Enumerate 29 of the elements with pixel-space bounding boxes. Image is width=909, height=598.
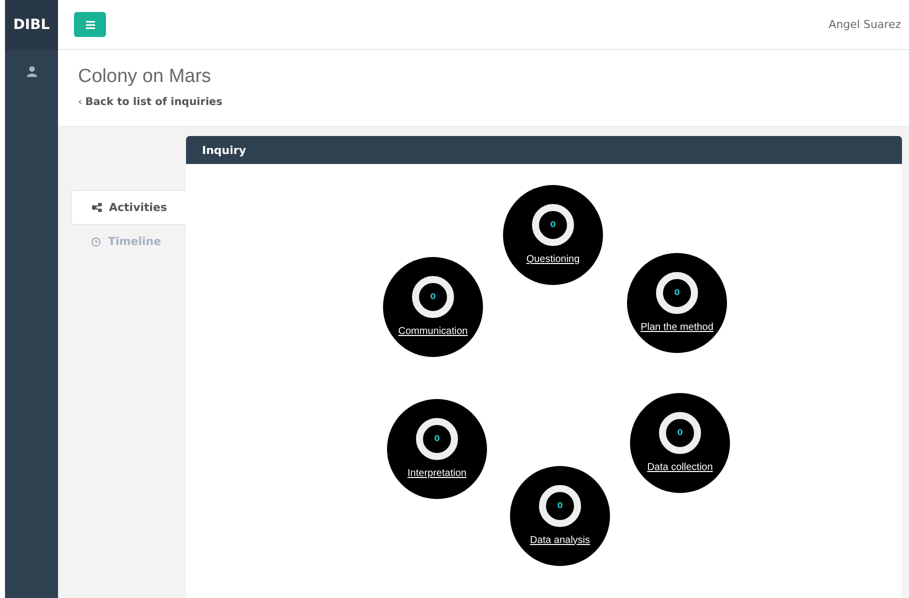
phase-link[interactable]: Plan the method <box>640 320 714 334</box>
phase-node[interactable]: 0 Plan the method <box>627 253 727 353</box>
phase-node[interactable]: 0 Interpretation <box>387 399 487 499</box>
menu-button[interactable] <box>74 12 106 37</box>
phase-node[interactable]: 0 Data collection <box>630 393 730 493</box>
panel-title: Inquiry <box>202 144 246 156</box>
count-ring: 0 <box>532 204 574 246</box>
user-name[interactable]: Angel Suarez <box>828 18 901 31</box>
menu-icon <box>86 20 94 28</box>
phase-link[interactable]: Data collection <box>647 460 713 474</box>
count-ring: 0 <box>656 272 698 314</box>
count-ring: 0 <box>539 484 581 526</box>
phase-node[interactable]: 0 Data analysis <box>510 466 610 566</box>
phase-link[interactable]: Interpretation <box>408 466 466 480</box>
count-ring: 0 <box>416 418 458 460</box>
phase-node[interactable]: 0 Communication <box>383 257 483 357</box>
count-ring: 0 <box>659 412 701 454</box>
back-link[interactable]: ‹ Back to list of inquiries <box>78 96 222 108</box>
page-title: Colony on Mars <box>78 66 212 88</box>
count-ring: 0 <box>412 276 454 318</box>
side-tab[interactable]: Activities <box>71 190 186 225</box>
user-icon[interactable] <box>26 66 36 77</box>
clock-icon <box>91 236 101 246</box>
brand-logo[interactable]: DIBL <box>5 0 58 50</box>
phase-link[interactable]: Questioning <box>526 252 580 266</box>
phase-node[interactable]: 0 Questioning <box>503 185 603 285</box>
phase-link[interactable]: Data analysis <box>530 532 590 548</box>
share-icon <box>92 203 102 212</box>
phase-link[interactable]: Communication <box>398 324 468 338</box>
